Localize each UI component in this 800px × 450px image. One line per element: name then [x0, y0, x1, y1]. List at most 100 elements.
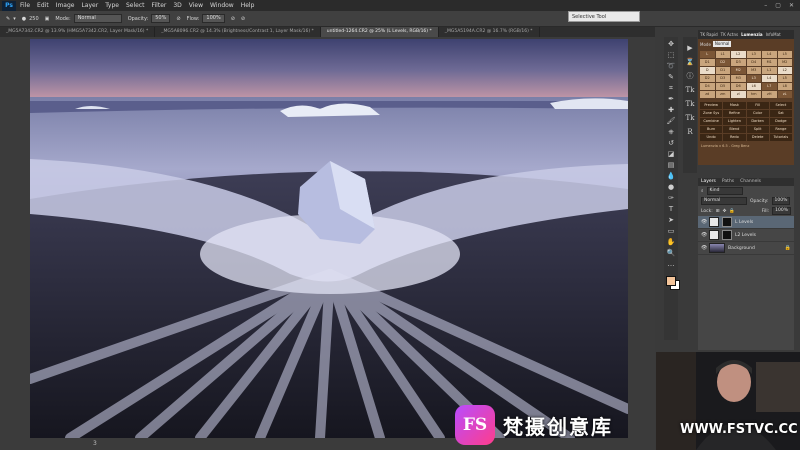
- tab-layers[interactable]: Layers: [701, 178, 716, 186]
- lumenzia-action-button[interactable]: Combine: [700, 118, 723, 125]
- lumenzia-action-button[interactable]: Zone Sys: [700, 110, 723, 117]
- layer-row-l2-levels[interactable]: 👁 L2 Levels: [698, 229, 794, 242]
- pen-icon[interactable]: ✑: [667, 194, 676, 203]
- lumenzia-mask-button[interactable]: L: [700, 51, 715, 58]
- opacity-field[interactable]: 50%: [151, 14, 171, 23]
- shape-icon[interactable]: ▭: [667, 227, 676, 236]
- menu-view[interactable]: View: [189, 2, 203, 9]
- history-brush-icon[interactable]: ↺: [667, 139, 676, 148]
- lock-all-icon[interactable]: 🔒: [729, 209, 735, 214]
- layer-mask-thumb[interactable]: [722, 230, 732, 240]
- brush-tool-icon[interactable]: 🖌: [667, 117, 676, 126]
- lumenzia-mask-button[interactable]: L5: [777, 75, 792, 82]
- lumenzia-action-button[interactable]: Delete: [746, 134, 769, 141]
- tool-preset-picker[interactable]: ✎ ▾: [6, 16, 16, 22]
- lumenzia-action-button[interactable]: Color: [746, 110, 769, 117]
- lumenzia-mask-button[interactable]: D1: [715, 67, 730, 74]
- lumenzia-mask-button[interactable]: L3: [746, 51, 761, 58]
- lumenzia-mask-button[interactable]: M2: [777, 59, 792, 66]
- lumenzia-mask-button[interactable]: M1: [762, 59, 777, 66]
- lumenzia-action-button[interactable]: Mask: [723, 102, 746, 109]
- play-icon[interactable]: ▶: [685, 43, 695, 53]
- lumenzia-mask-button[interactable]: D6: [731, 83, 746, 90]
- lumenzia-mask-button[interactable]: L2: [777, 67, 792, 74]
- lumenzia-mask-button[interactable]: D1: [700, 59, 715, 66]
- lumenzia-action-button[interactable]: Select: [769, 102, 792, 109]
- lumenzia-action-button[interactable]: Tutorials: [769, 134, 792, 141]
- lumenzia-mask-button[interactable]: L3: [746, 75, 761, 82]
- menu-3d[interactable]: 3D: [173, 2, 181, 9]
- lumenzia-mask-button[interactable]: zL: [777, 91, 792, 98]
- mode-dropdown[interactable]: Normal: [73, 14, 122, 23]
- info-icon[interactable]: ⓘ: [685, 71, 695, 81]
- lumenzia-action-button[interactable]: Burn: [700, 126, 723, 133]
- lumenzia-mask-button[interactable]: D4: [700, 83, 715, 90]
- lumenzia-mask-button[interactable]: D: [700, 67, 715, 74]
- foreground-color-swatch[interactable]: [666, 276, 676, 286]
- tab-tk-actns[interactable]: TK Actns: [721, 31, 738, 38]
- brush-panel-toggle[interactable]: ▣: [45, 16, 50, 22]
- lumenzia-mode-dropdown[interactable]: Normal: [712, 41, 732, 47]
- lumenzia-mask-button[interactable]: L8: [777, 83, 792, 90]
- blur-icon[interactable]: 💧: [667, 172, 676, 181]
- lumenzia-action-button[interactable]: Range: [769, 126, 792, 133]
- tab-lumenzia[interactable]: Lumenzia: [741, 31, 763, 38]
- path-select-icon[interactable]: ➤: [667, 216, 676, 225]
- lumenzia-mask-button[interactable]: M3: [746, 67, 761, 74]
- lumenzia-action-button[interactable]: Refine: [723, 110, 746, 117]
- menu-filter[interactable]: Filter: [152, 2, 167, 9]
- tab-infomat[interactable]: InfoMat: [766, 31, 781, 38]
- lumenzia-action-button[interactable]: Fill: [746, 102, 769, 109]
- lock-position-icon[interactable]: ✥: [723, 209, 727, 214]
- lumenzia-mask-button[interactable]: M3: [731, 75, 746, 82]
- close-icon[interactable]: ✕: [789, 2, 794, 9]
- lumenzia-mask-button[interactable]: zd: [700, 91, 715, 98]
- healing-icon[interactable]: ✚: [667, 106, 676, 115]
- menu-layer[interactable]: Layer: [81, 2, 98, 9]
- menu-image[interactable]: Image: [56, 2, 75, 9]
- tk-rapid-icon[interactable]: Tk: [685, 99, 695, 109]
- pressure-opacity-toggle[interactable]: ⊘: [176, 16, 180, 22]
- tk-icon[interactable]: Tk: [685, 85, 695, 95]
- lumenzia-action-button[interactable]: Dodge: [769, 118, 792, 125]
- lumenzia-action-button[interactable]: Lighten: [723, 118, 746, 125]
- gradient-icon[interactable]: ▤: [667, 161, 676, 170]
- lumenzia-action-button[interactable]: Darken: [746, 118, 769, 125]
- menu-select[interactable]: Select: [126, 2, 145, 9]
- tab-tk-rapid[interactable]: TK Rapid: [700, 31, 718, 38]
- lumenzia-mask-button[interactable]: L7: [762, 83, 777, 90]
- lumenzia-mask-button[interactable]: L4: [762, 75, 777, 82]
- dodge-icon[interactable]: ●: [667, 183, 676, 192]
- visibility-eye-icon[interactable]: 👁: [701, 245, 707, 251]
- layer-row-background[interactable]: 👁 Background 🔒: [698, 242, 794, 255]
- maximize-icon[interactable]: ▢: [775, 2, 781, 9]
- lumenzia-mask-button[interactable]: D2: [700, 75, 715, 82]
- menu-file[interactable]: File: [20, 2, 30, 9]
- tab-channels[interactable]: Channels: [740, 178, 761, 186]
- quick-select-icon[interactable]: ✎: [667, 73, 676, 82]
- lumenzia-action-button[interactable]: Undo: [700, 134, 723, 141]
- layer-mask-thumb[interactable]: [722, 217, 732, 227]
- kind-filter-dropdown[interactable]: Kind: [706, 187, 743, 195]
- lumenzia-mask-button[interactable]: L6: [746, 83, 761, 90]
- lumenzia-mask-button[interactable]: L1: [715, 51, 730, 58]
- lumenzia-mask-button[interactable]: M2: [731, 67, 746, 74]
- doc-tab[interactable]: _MG5A5194A.CR2 @ 16.7% (RGB/16) *: [439, 27, 540, 37]
- lumenzia-action-button[interactable]: Blend: [723, 126, 746, 133]
- lumenzia-mask-button[interactable]: D5: [715, 83, 730, 90]
- type-icon[interactable]: T: [667, 205, 676, 214]
- fill-field[interactable]: 100%: [772, 207, 791, 215]
- airbrush-toggle[interactable]: ⊘: [231, 16, 235, 22]
- menu-type[interactable]: Type: [105, 2, 119, 9]
- eraser-icon[interactable]: ◪: [667, 150, 676, 159]
- lasso-icon[interactable]: ➰: [667, 62, 676, 71]
- history-icon[interactable]: ⌛: [685, 57, 695, 67]
- blend-mode-dropdown[interactable]: Normal: [701, 197, 747, 205]
- flow-field[interactable]: 100%: [202, 14, 225, 23]
- lumenzia-mask-button[interactable]: L2: [731, 51, 746, 58]
- doc-tab[interactable]: _MG5A8096.CR2 @ 14.3% (Brightness/Contra…: [155, 27, 321, 37]
- lumenzia-mask-button[interactable]: D2: [715, 59, 730, 66]
- marquee-icon[interactable]: ⬚: [667, 51, 676, 60]
- menu-window[interactable]: Window: [210, 2, 234, 9]
- document-image[interactable]: [30, 39, 628, 438]
